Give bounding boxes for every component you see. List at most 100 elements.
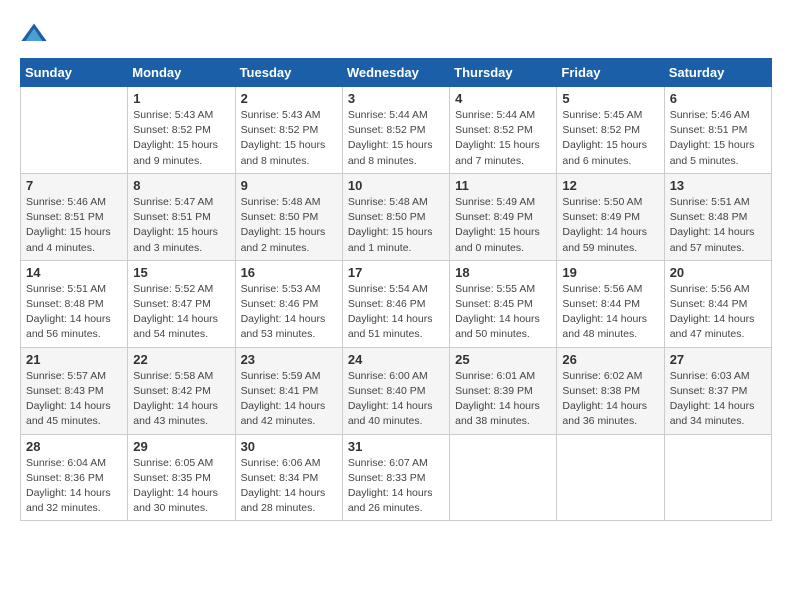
day-info: Sunrise: 6:05 AMSunset: 8:35 PMDaylight:… [133, 456, 229, 517]
header-cell-monday: Monday [128, 59, 235, 87]
header-row: SundayMondayTuesdayWednesdayThursdayFrid… [21, 59, 772, 87]
header-cell-tuesday: Tuesday [235, 59, 342, 87]
calendar-table: SundayMondayTuesdayWednesdayThursdayFrid… [20, 58, 772, 521]
day-info: Sunrise: 6:04 AMSunset: 8:36 PMDaylight:… [26, 456, 122, 517]
day-number: 21 [26, 352, 122, 367]
day-number: 19 [562, 265, 658, 280]
calendar-cell [557, 434, 664, 521]
calendar-cell: 7 Sunrise: 5:46 AMSunset: 8:51 PMDaylight… [21, 173, 128, 260]
calendar-cell: 3 Sunrise: 5:44 AMSunset: 8:52 PMDaylight… [342, 87, 449, 174]
day-info: Sunrise: 5:47 AMSunset: 8:51 PMDaylight:… [133, 195, 229, 256]
calendar-cell: 1 Sunrise: 5:43 AMSunset: 8:52 PMDaylight… [128, 87, 235, 174]
calendar-cell: 15Sunrise: 5:52 AMSunset: 8:47 PMDayligh… [128, 260, 235, 347]
day-number: 30 [241, 439, 337, 454]
calendar-cell: 24 Sunrise: 6:00 AMSunset: 8:40 PMDayligh… [342, 347, 449, 434]
day-number: 13 [670, 178, 766, 193]
day-info: Sunrise: 5:56 AMSunset: 8:44 PMDaylight:… [670, 282, 766, 343]
header-cell-thursday: Thursday [450, 59, 557, 87]
calendar-cell: 17 Sunrise: 5:54 AMSunset: 8:46 PMDayligh… [342, 260, 449, 347]
day-number: 17 [348, 265, 444, 280]
calendar-cell: 2 Sunrise: 5:43 AMSunset: 8:52 PMDaylight… [235, 87, 342, 174]
day-info: Sunrise: 5:50 AMSunset: 8:49 PMDaylight:… [562, 195, 658, 256]
day-info: Sunrise: 5:44 AMSunset: 8:52 PMDaylight:… [348, 108, 444, 169]
page-header [20, 20, 772, 48]
day-number: 18 [455, 265, 551, 280]
calendar-cell: 26 Sunrise: 6:02 AMSunset: 8:38 PMDayligh… [557, 347, 664, 434]
day-number: 20 [670, 265, 766, 280]
day-info: Sunrise: 6:06 AMSunset: 8:34 PMDaylight:… [241, 456, 337, 517]
day-number: 12 [562, 178, 658, 193]
day-info: Sunrise: 6:03 AMSunset: 8:37 PMDaylight:… [670, 369, 766, 430]
calendar-cell: 30 Sunrise: 6:06 AMSunset: 8:34 PMDayligh… [235, 434, 342, 521]
calendar-cell: 28 Sunrise: 6:04 AMSunset: 8:36 PMDayligh… [21, 434, 128, 521]
day-number: 6 [670, 91, 766, 106]
header-cell-sunday: Sunday [21, 59, 128, 87]
day-number: 23 [241, 352, 337, 367]
calendar-cell: 11Sunrise: 5:49 AMSunset: 8:49 PMDayligh… [450, 173, 557, 260]
calendar-cell [21, 87, 128, 174]
header-cell-saturday: Saturday [664, 59, 771, 87]
calendar-cell: 22 Sunrise: 5:58 AMSunset: 8:42 PMDayligh… [128, 347, 235, 434]
day-number: 14 [26, 265, 122, 280]
logo-icon [20, 20, 48, 48]
day-info: Sunrise: 5:58 AMSunset: 8:42 PMDaylight:… [133, 369, 229, 430]
day-info: Sunrise: 5:51 AMSunset: 8:48 PMDaylight:… [670, 195, 766, 256]
day-info: Sunrise: 5:43 AMSunset: 8:52 PMDaylight:… [241, 108, 337, 169]
day-info: Sunrise: 5:44 AMSunset: 8:52 PMDaylight:… [455, 108, 551, 169]
week-row-5: 28 Sunrise: 6:04 AMSunset: 8:36 PMDayligh… [21, 434, 772, 521]
logo [20, 20, 52, 48]
day-number: 1 [133, 91, 229, 106]
day-info: Sunrise: 5:43 AMSunset: 8:52 PMDaylight:… [133, 108, 229, 169]
day-info: Sunrise: 5:46 AMSunset: 8:51 PMDaylight:… [26, 195, 122, 256]
calendar-header: SundayMondayTuesdayWednesdayThursdayFrid… [21, 59, 772, 87]
day-number: 27 [670, 352, 766, 367]
header-cell-wednesday: Wednesday [342, 59, 449, 87]
calendar-cell: 19 Sunrise: 5:56 AMSunset: 8:44 PMDayligh… [557, 260, 664, 347]
day-info: Sunrise: 5:55 AMSunset: 8:45 PMDaylight:… [455, 282, 551, 343]
calendar-cell: 29 Sunrise: 6:05 AMSunset: 8:35 PMDayligh… [128, 434, 235, 521]
day-info: Sunrise: 5:56 AMSunset: 8:44 PMDaylight:… [562, 282, 658, 343]
calendar-cell: 8 Sunrise: 5:47 AMSunset: 8:51 PMDaylight… [128, 173, 235, 260]
day-info: Sunrise: 5:51 AMSunset: 8:48 PMDaylight:… [26, 282, 122, 343]
calendar-body: 1 Sunrise: 5:43 AMSunset: 8:52 PMDaylight… [21, 87, 772, 521]
day-number: 2 [241, 91, 337, 106]
calendar-cell: 4 Sunrise: 5:44 AMSunset: 8:52 PMDaylight… [450, 87, 557, 174]
calendar-cell: 25Sunrise: 6:01 AMSunset: 8:39 PMDayligh… [450, 347, 557, 434]
day-info: Sunrise: 5:45 AMSunset: 8:52 PMDaylight:… [562, 108, 658, 169]
calendar-cell: 9Sunrise: 5:48 AMSunset: 8:50 PMDaylight… [235, 173, 342, 260]
day-number: 31 [348, 439, 444, 454]
week-row-2: 7 Sunrise: 5:46 AMSunset: 8:51 PMDaylight… [21, 173, 772, 260]
calendar-cell: 31 Sunrise: 6:07 AMSunset: 8:33 PMDayligh… [342, 434, 449, 521]
calendar-cell [664, 434, 771, 521]
day-number: 4 [455, 91, 551, 106]
day-number: 7 [26, 178, 122, 193]
day-number: 26 [562, 352, 658, 367]
day-info: Sunrise: 5:59 AMSunset: 8:41 PMDaylight:… [241, 369, 337, 430]
day-info: Sunrise: 5:54 AMSunset: 8:46 PMDaylight:… [348, 282, 444, 343]
day-info: Sunrise: 6:01 AMSunset: 8:39 PMDaylight:… [455, 369, 551, 430]
week-row-1: 1 Sunrise: 5:43 AMSunset: 8:52 PMDaylight… [21, 87, 772, 174]
calendar-cell: 13 Sunrise: 5:51 AMSunset: 8:48 PMDayligh… [664, 173, 771, 260]
day-info: Sunrise: 5:57 AMSunset: 8:43 PMDaylight:… [26, 369, 122, 430]
calendar-cell: 16 Sunrise: 5:53 AMSunset: 8:46 PMDayligh… [235, 260, 342, 347]
calendar-cell: 27 Sunrise: 6:03 AMSunset: 8:37 PMDayligh… [664, 347, 771, 434]
day-number: 24 [348, 352, 444, 367]
day-number: 28 [26, 439, 122, 454]
day-info: Sunrise: 5:52 AMSunset: 8:47 PMDaylight:… [133, 282, 229, 343]
day-number: 11 [455, 178, 551, 193]
header-cell-friday: Friday [557, 59, 664, 87]
day-info: Sunrise: 6:00 AMSunset: 8:40 PMDaylight:… [348, 369, 444, 430]
day-info: Sunrise: 6:02 AMSunset: 8:38 PMDaylight:… [562, 369, 658, 430]
day-info: Sunrise: 5:53 AMSunset: 8:46 PMDaylight:… [241, 282, 337, 343]
calendar-cell: 20 Sunrise: 5:56 AMSunset: 8:44 PMDayligh… [664, 260, 771, 347]
day-number: 3 [348, 91, 444, 106]
day-info: Sunrise: 6:07 AMSunset: 8:33 PMDaylight:… [348, 456, 444, 517]
day-number: 16 [241, 265, 337, 280]
day-info: Sunrise: 5:48 AMSunset: 8:50 PMDaylight:… [348, 195, 444, 256]
day-number: 22 [133, 352, 229, 367]
calendar-cell: 5Sunrise: 5:45 AMSunset: 8:52 PMDaylight… [557, 87, 664, 174]
week-row-4: 21 Sunrise: 5:57 AMSunset: 8:43 PMDayligh… [21, 347, 772, 434]
calendar-cell: 18 Sunrise: 5:55 AMSunset: 8:45 PMDayligh… [450, 260, 557, 347]
day-number: 29 [133, 439, 229, 454]
day-number: 8 [133, 178, 229, 193]
